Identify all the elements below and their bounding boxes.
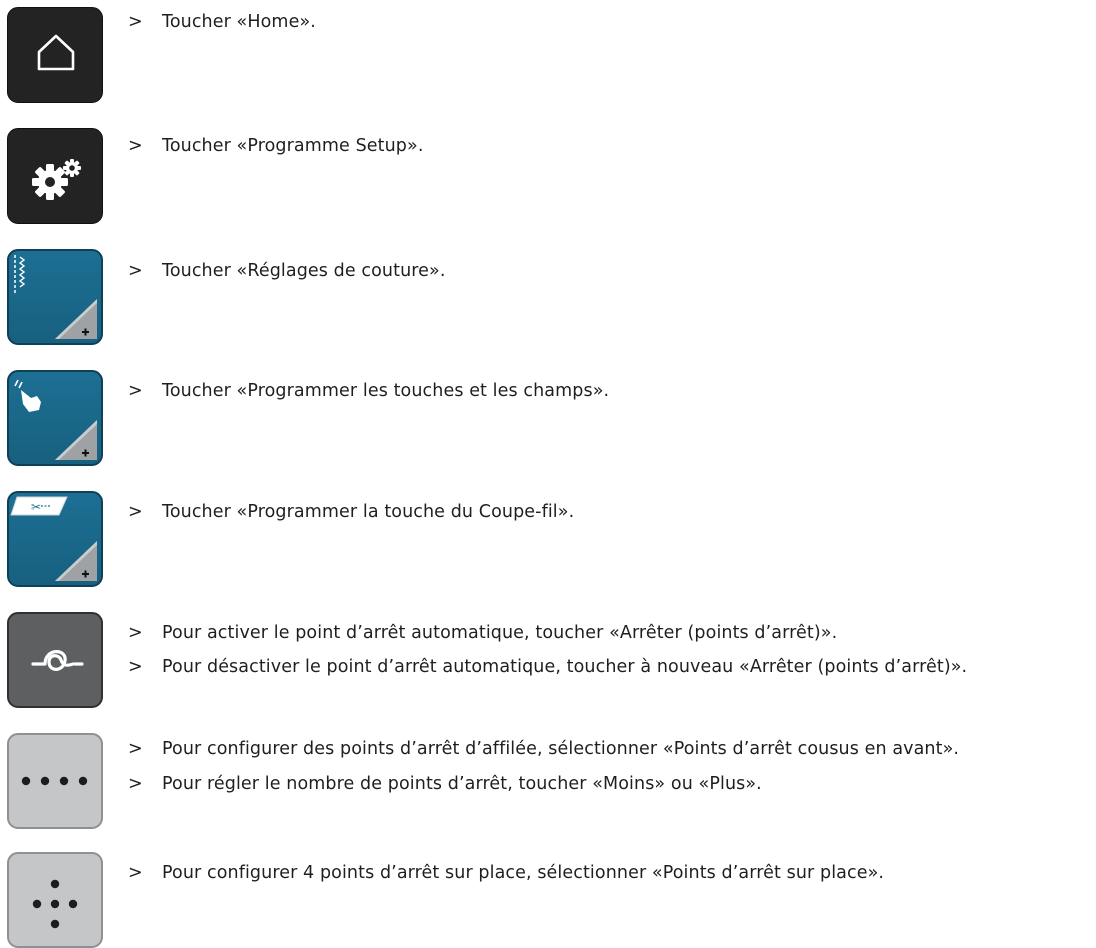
securing-stitch-icon (31, 650, 84, 671)
step-line: > Pour configurer des points d’arrêt d’af… (128, 738, 959, 760)
bullet-arrow: > (128, 12, 143, 32)
step-text: Toucher «Programmer les touches et les c… (162, 381, 610, 401)
svg-text:✂: ✂ (31, 500, 41, 514)
step-text: Pour désactiver le point d’arrêt automat… (162, 657, 968, 677)
bullet-arrow: > (128, 136, 143, 156)
bullet-arrow: > (128, 863, 143, 883)
step-line: > Toucher «Programmer les touches et les … (128, 380, 609, 402)
step-line: > Toucher «Réglages de couture». (128, 260, 446, 282)
step-line: > Pour activer le point d’arrêt automatiq… (128, 622, 837, 644)
program-keys-fields-button[interactable] (7, 370, 103, 466)
thread-cutter-key-button[interactable]: ✂ (7, 491, 103, 587)
bullet-arrow: > (128, 623, 143, 643)
forward-stitches-icon (21, 776, 88, 786)
step-text: Pour régler le nombre de points d’arrêt,… (162, 774, 762, 794)
home-button[interactable] (7, 7, 103, 103)
step-text: Pour configurer des points d’arrêt d’aff… (162, 739, 960, 759)
bullet-arrow: > (128, 261, 143, 281)
bullet-arrow: > (128, 657, 143, 677)
step-text: Pour configurer 4 points d’arrêt sur pla… (162, 863, 885, 883)
step-line: > Toucher «Home». (128, 11, 316, 33)
step-text: Pour activer le point d’arrêt automatiqu… (162, 623, 838, 643)
step-text: Toucher «Programme Setup». (162, 136, 424, 156)
step-text: Toucher «Réglages de couture». (162, 261, 446, 281)
home-icon (37, 34, 75, 71)
stitch-settings-button[interactable] (7, 249, 103, 345)
step-line: > Toucher «Programmer la touche du Coupe-… (128, 501, 574, 523)
securing-stitch-button[interactable] (7, 612, 103, 708)
gears-icon (32, 159, 81, 200)
setup-program-button[interactable] (7, 128, 103, 224)
step-text: Toucher «Home». (162, 12, 316, 32)
bullet-arrow: > (128, 502, 143, 522)
stitch-settings-icon (14, 255, 97, 339)
in-place-securing-stitches-button[interactable] (7, 852, 103, 948)
bullet-arrow: > (128, 774, 143, 794)
thread-cutter-icon: ✂ (10, 496, 97, 581)
step-line: > Pour désactiver le point d’arrêt automa… (128, 656, 967, 678)
step-line: > Pour régler le nombre de points d’arrêt… (128, 773, 762, 795)
hand-pointer-icon (14, 379, 97, 460)
bullet-arrow: > (128, 739, 143, 759)
step-line: > Toucher «Programme Setup». (128, 135, 423, 157)
step-text: Toucher «Programmer la touche du Coupe-f… (162, 502, 575, 522)
bullet-arrow: > (128, 381, 143, 401)
forward-securing-stitches-button[interactable] (7, 733, 103, 829)
step-line: > Pour configurer 4 points d’arrêt sur pl… (128, 862, 884, 884)
in-place-stitches-icon (32, 879, 78, 929)
